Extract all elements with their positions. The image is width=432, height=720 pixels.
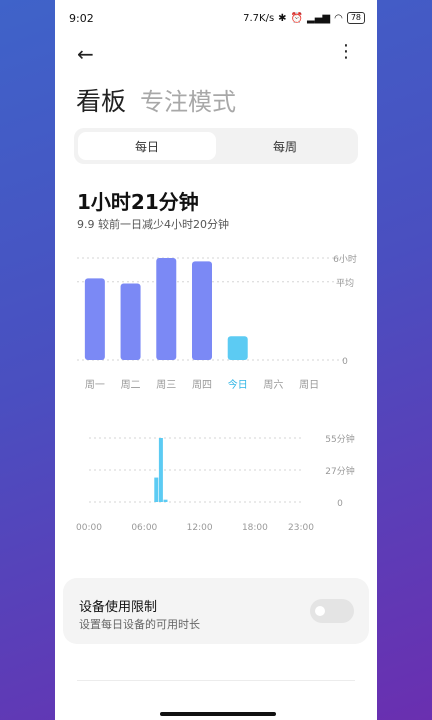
toggle-knob <box>315 606 325 616</box>
x-tick-label: 06:00 <box>131 523 157 533</box>
bar <box>163 499 168 502</box>
x-tick-label: 23:00 <box>288 523 314 533</box>
bar <box>154 477 159 502</box>
device-limit-subtitle: 设置每日设备的可用时长 <box>79 618 200 631</box>
y-tick-label: 0 <box>337 499 343 509</box>
x-tick-label: 12:00 <box>187 523 213 533</box>
phone-screen: 9:02 7.7K/s ✱ ⏰ ▂▄▆ ◠ 78 ← ⋮ 看板 专注模式 每日 … <box>55 0 377 720</box>
device-limit-card[interactable]: 设备使用限制 设置每日设备的可用时长 <box>63 578 369 644</box>
device-limit-toggle[interactable] <box>310 599 354 623</box>
home-indicator[interactable] <box>160 712 276 716</box>
x-tick-label: 18:00 <box>242 523 268 533</box>
divider <box>77 680 355 681</box>
device-limit-title: 设备使用限制 <box>79 600 158 615</box>
bar <box>158 438 163 502</box>
y-tick-label: 55分钟 <box>325 433 354 445</box>
hourly-usage-chart: 55分钟 27分钟 0 00:00 06:00 12:00 18:00 23:00 <box>76 433 355 533</box>
y-tick-label: 27分钟 <box>325 465 354 477</box>
x-tick-label: 00:00 <box>76 523 102 533</box>
